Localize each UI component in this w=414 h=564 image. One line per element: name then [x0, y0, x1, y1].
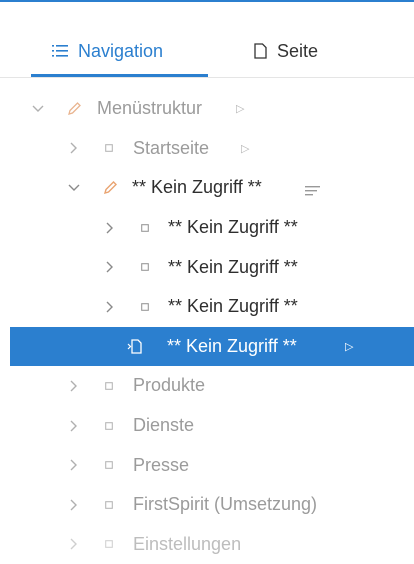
tree-item-restricted-child[interactable]: ** Kein Zugriff ** — [0, 208, 414, 248]
page-node-icon — [105, 461, 113, 469]
tab-divider — [0, 77, 414, 78]
navigation-tree: Menüstruktur ▷ Startseite ▷ ** Kein Zugr… — [0, 89, 414, 564]
page-node-icon — [105, 144, 113, 153]
tree-item-label: Startseite — [133, 137, 210, 158]
tree-item-startseite[interactable]: Startseite ▷ — [0, 129, 414, 169]
list-icon — [52, 44, 68, 58]
tree-item-label: FirstSpirit (Umsetzung) — [133, 494, 318, 515]
tab-bar: Navigation Seite — [0, 30, 414, 78]
tree-item-label: Produkte — [133, 375, 206, 396]
page-node-icon — [105, 500, 113, 509]
menu-lines-icon[interactable] — [305, 181, 321, 202]
tree-item-presse[interactable]: Presse — [0, 445, 414, 485]
tab-navigation-label: Navigation — [78, 40, 164, 61]
page-icon — [127, 338, 143, 355]
top-accent-line — [0, 0, 414, 2]
chevron-right-icon[interactable] — [67, 419, 81, 433]
page-node-icon — [141, 263, 149, 272]
tree-item-firstspirit[interactable]: FirstSpirit (Umsetzung) — [0, 485, 414, 525]
tree-item-restricted-child[interactable]: ** Kein Zugriff ** — [0, 287, 414, 327]
play-icon[interactable]: ▷ — [345, 340, 353, 353]
tree-item-label: Dienste — [133, 415, 195, 436]
tree-item-label: ** Kein Zugriff ** — [167, 335, 297, 356]
tree-item-label: ** Kein Zugriff ** — [168, 296, 298, 317]
chevron-right-icon[interactable] — [67, 498, 81, 512]
play-icon[interactable]: ▷ — [241, 142, 249, 155]
chevron-right-icon[interactable] — [67, 458, 81, 472]
page-node-icon — [105, 421, 113, 430]
page-node-icon — [141, 302, 149, 311]
page-node-icon — [105, 382, 113, 390]
page-node-icon — [105, 540, 113, 549]
page-icon — [254, 43, 267, 59]
tab-navigation[interactable]: Navigation — [52, 36, 163, 66]
chevron-right-icon[interactable] — [67, 141, 81, 155]
pencil-icon — [66, 101, 82, 117]
chevron-right-icon[interactable] — [67, 537, 81, 551]
tree-item-einstellungen[interactable]: Einstellungen — [0, 525, 414, 564]
pencil-icon — [102, 180, 118, 196]
tree-item-selected[interactable]: ** Kein Zugriff ** ▷ — [10, 326, 414, 367]
tab-page-label: Seite — [277, 40, 319, 61]
tree-item-label: Menüstruktur — [97, 98, 203, 119]
chevron-right-icon[interactable] — [103, 260, 117, 274]
chevron-down-icon[interactable] — [67, 181, 81, 195]
play-icon[interactable]: ▷ — [236, 102, 244, 115]
chevron-right-icon[interactable] — [67, 379, 81, 393]
chevron-down-icon[interactable] — [31, 102, 45, 116]
chevron-right-icon[interactable] — [103, 300, 117, 314]
page-node-icon — [141, 223, 149, 232]
tree-item-dienste[interactable]: Dienste — [0, 406, 414, 446]
tree-item-label: ** Kein Zugriff ** — [132, 177, 262, 198]
tree-item-label: Einstellungen — [133, 533, 242, 554]
chevron-right-icon[interactable] — [103, 221, 117, 235]
tree-item-restricted-parent[interactable]: ** Kein Zugriff ** — [0, 168, 414, 208]
tree-item-menustruktur[interactable]: Menüstruktur ▷ — [0, 89, 414, 129]
tree-item-restricted-child[interactable]: ** Kein Zugriff ** — [0, 247, 414, 287]
tree-item-label: Presse — [133, 454, 190, 475]
tree-item-produkte[interactable]: Produkte — [0, 366, 414, 406]
tree-item-label: ** Kein Zugriff ** — [168, 256, 298, 277]
tree-item-label: ** Kein Zugriff ** — [168, 217, 298, 238]
tab-page[interactable]: Seite — [254, 36, 318, 66]
